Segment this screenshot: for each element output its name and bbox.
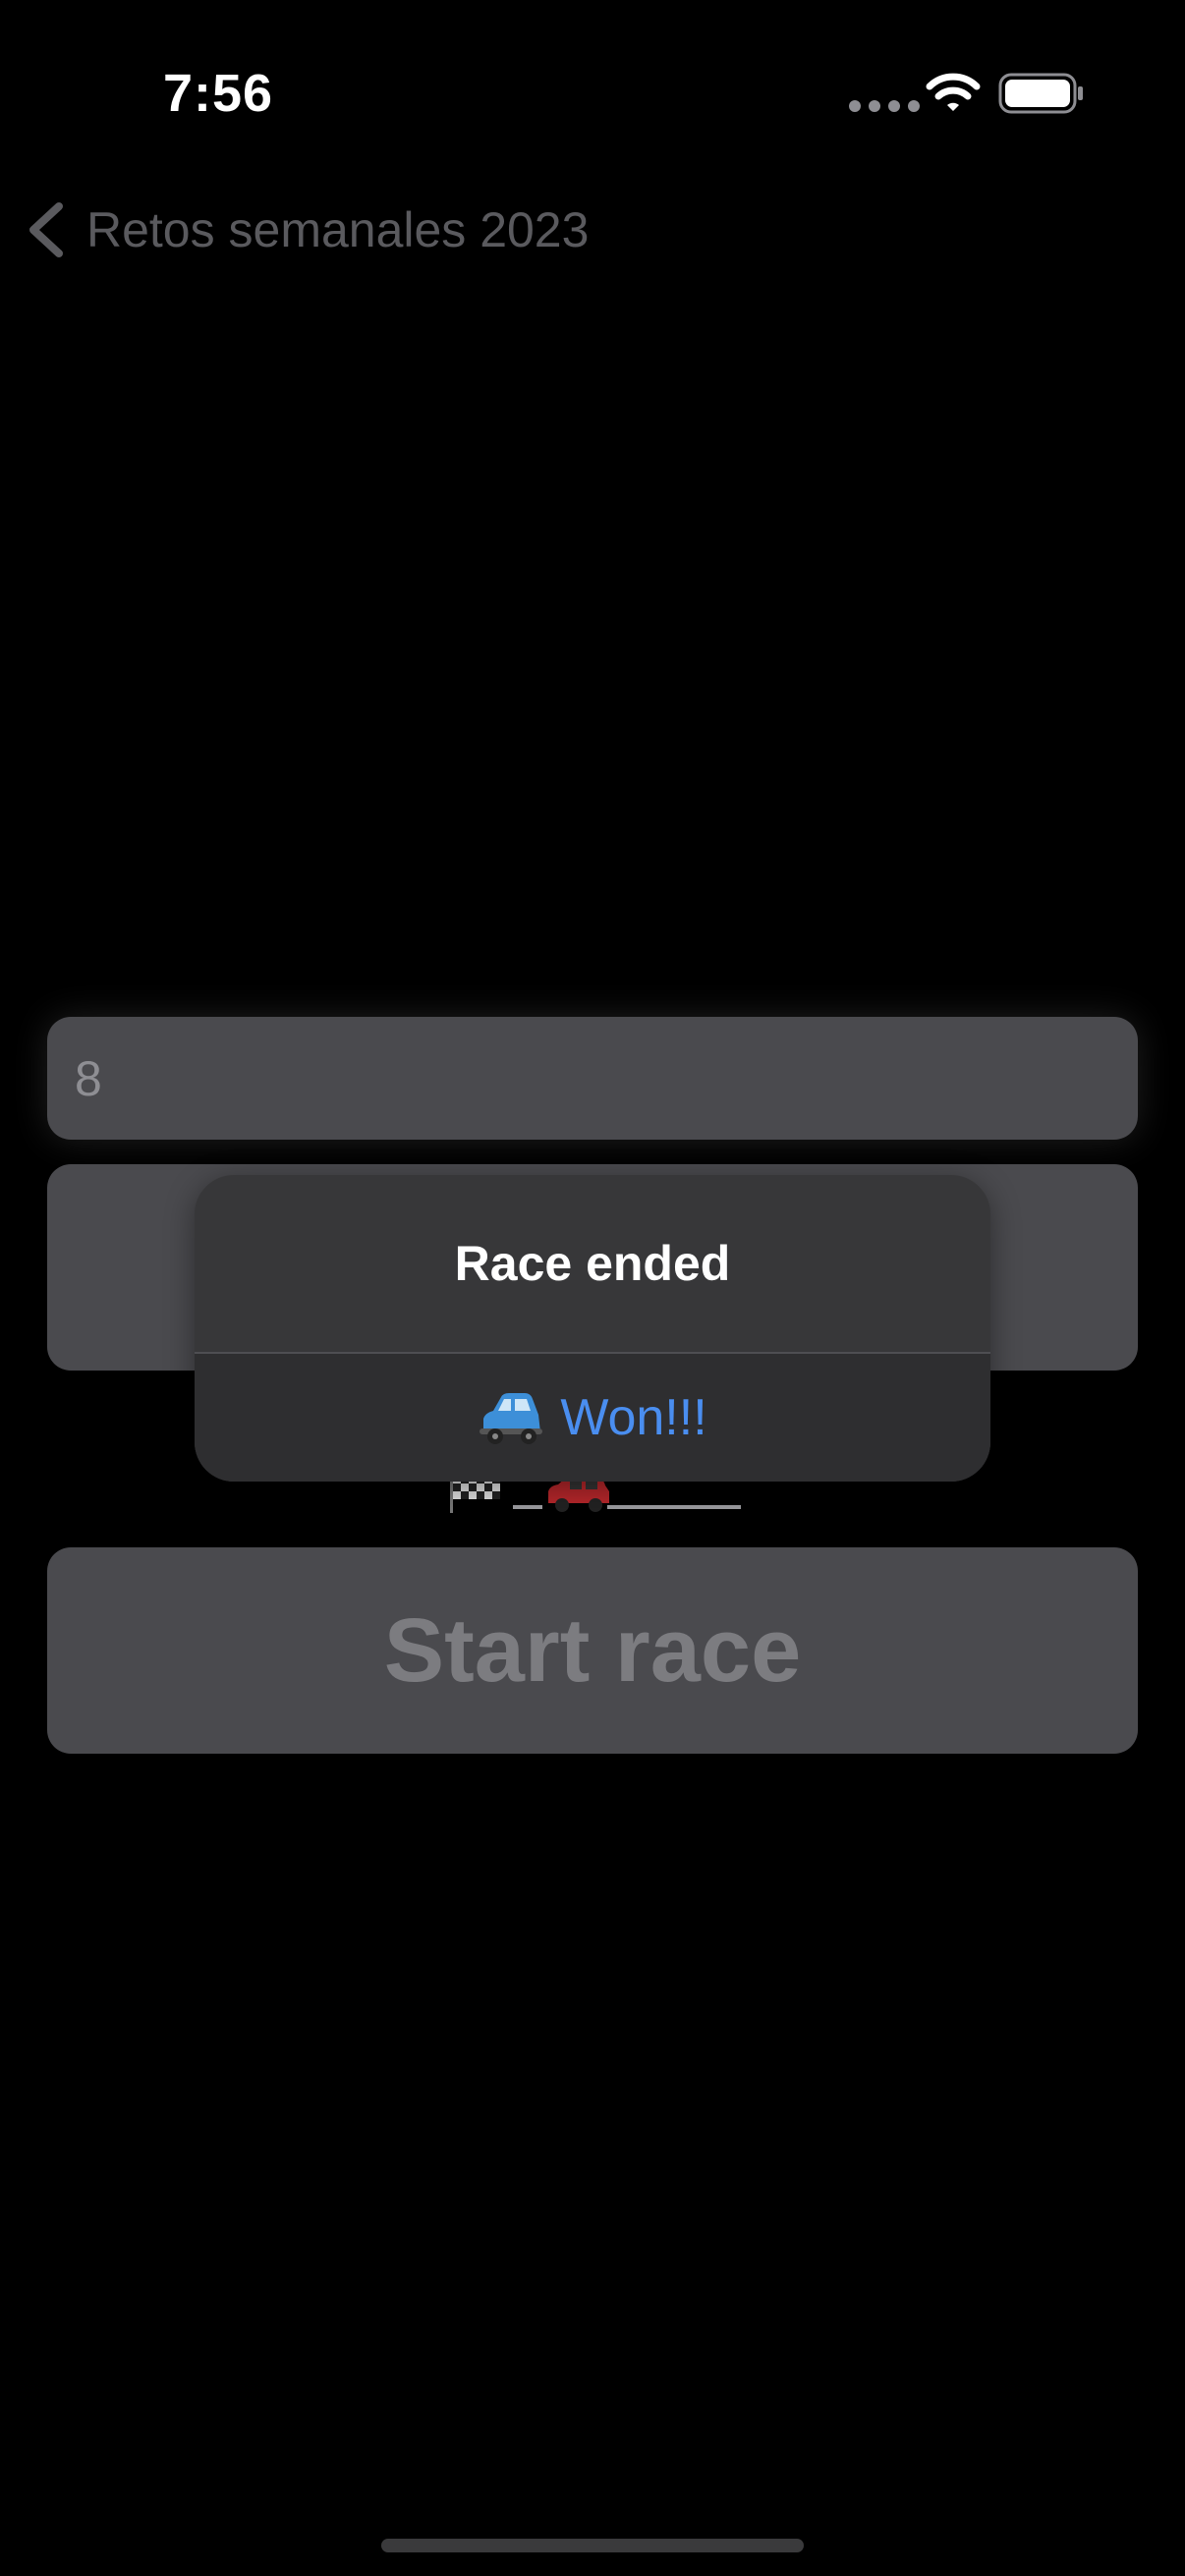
home-indicator[interactable] [381,2539,804,2552]
battery-icon [998,73,1083,114]
alert-title: Race ended [454,1236,731,1291]
chevron-left-icon [29,202,63,257]
back-label: Retos semanales 2023 [86,202,590,257]
wifi-icon [926,73,981,111]
number-input[interactable]: 8 [47,1017,1138,1140]
start-race-button[interactable]: Start race [47,1547,1138,1754]
track-line [513,1505,542,1509]
track-line [607,1505,741,1509]
back-button[interactable]: Retos semanales 2023 [24,195,589,265]
status-time: 7:56 [163,64,274,123]
alert-action-button[interactable]: Won!!! [195,1354,990,1482]
blue-car-icon [480,1393,543,1444]
signal-dots-icon [849,100,920,112]
status-bar: 7:56 [0,0,1185,187]
alert-action-label: Won!!! [560,1389,707,1446]
race-ended-alert: Race ended Won!!! [195,1175,990,1482]
